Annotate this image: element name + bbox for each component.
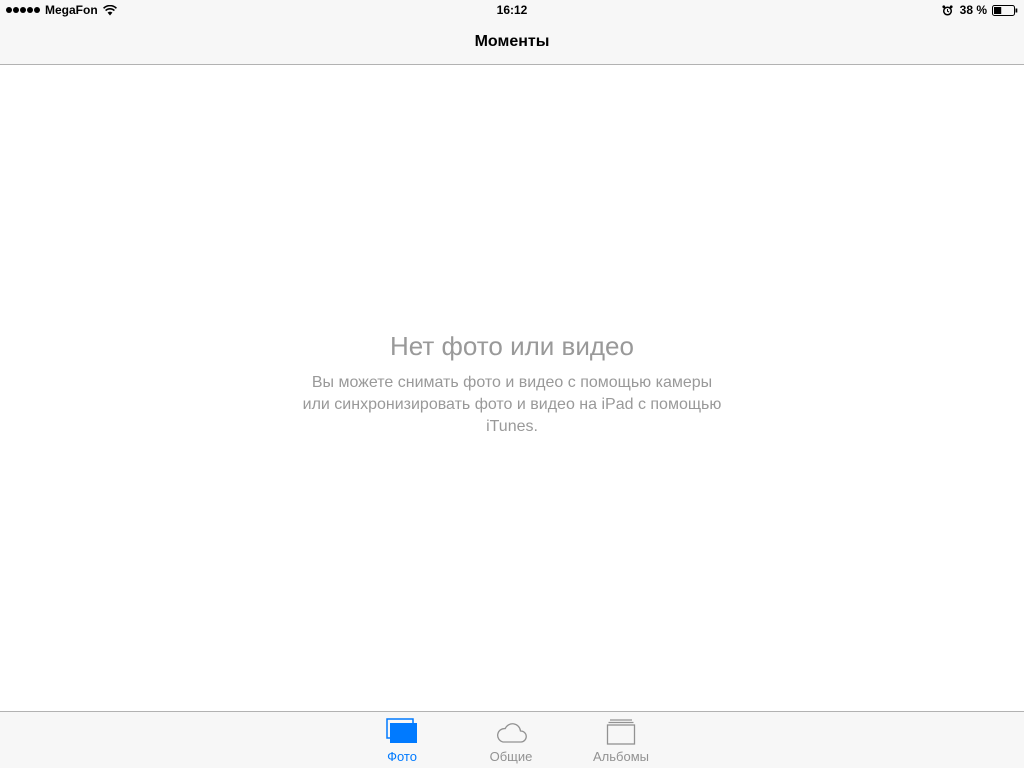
- empty-state-message: Вы можете снимать фото и видео с помощью…: [302, 374, 722, 435]
- tab-bar: Фото Общие Альбомы: [0, 711, 1024, 768]
- page-title: Моменты: [474, 33, 550, 50]
- photos-icon: [386, 718, 417, 743]
- tab-shared-label: Общие: [489, 749, 533, 764]
- albums-icon: [606, 719, 636, 745]
- alarm-clock-icon: [942, 4, 953, 16]
- tab-photos[interactable]: Фото: [362, 712, 442, 768]
- battery-percentage: 38 %: [959, 3, 987, 17]
- tab-albums-label: Альбомы: [593, 749, 649, 764]
- status-time: 16:12: [496, 3, 528, 17]
- tab-albums[interactable]: Альбомы: [581, 712, 661, 768]
- empty-state-title: Нет фото или видео: [390, 331, 634, 361]
- navigation-bar: Моменты: [0, 20, 1024, 65]
- cloud-icon: [497, 723, 527, 743]
- status-bar: MegaFon 16:12 38 %: [0, 0, 1024, 20]
- status-right: 38 %: [942, 3, 1018, 17]
- tab-shared[interactable]: Общие: [471, 712, 551, 768]
- tab-photos-label: Фото: [387, 749, 417, 764]
- empty-state: Нет фото или видео Вы можете снимать фот…: [262, 330, 762, 438]
- photos-app-screen: MegaFon 16:12 38 % Моменты Нет фото или …: [0, 0, 1024, 768]
- battery-icon: [992, 4, 1018, 16]
